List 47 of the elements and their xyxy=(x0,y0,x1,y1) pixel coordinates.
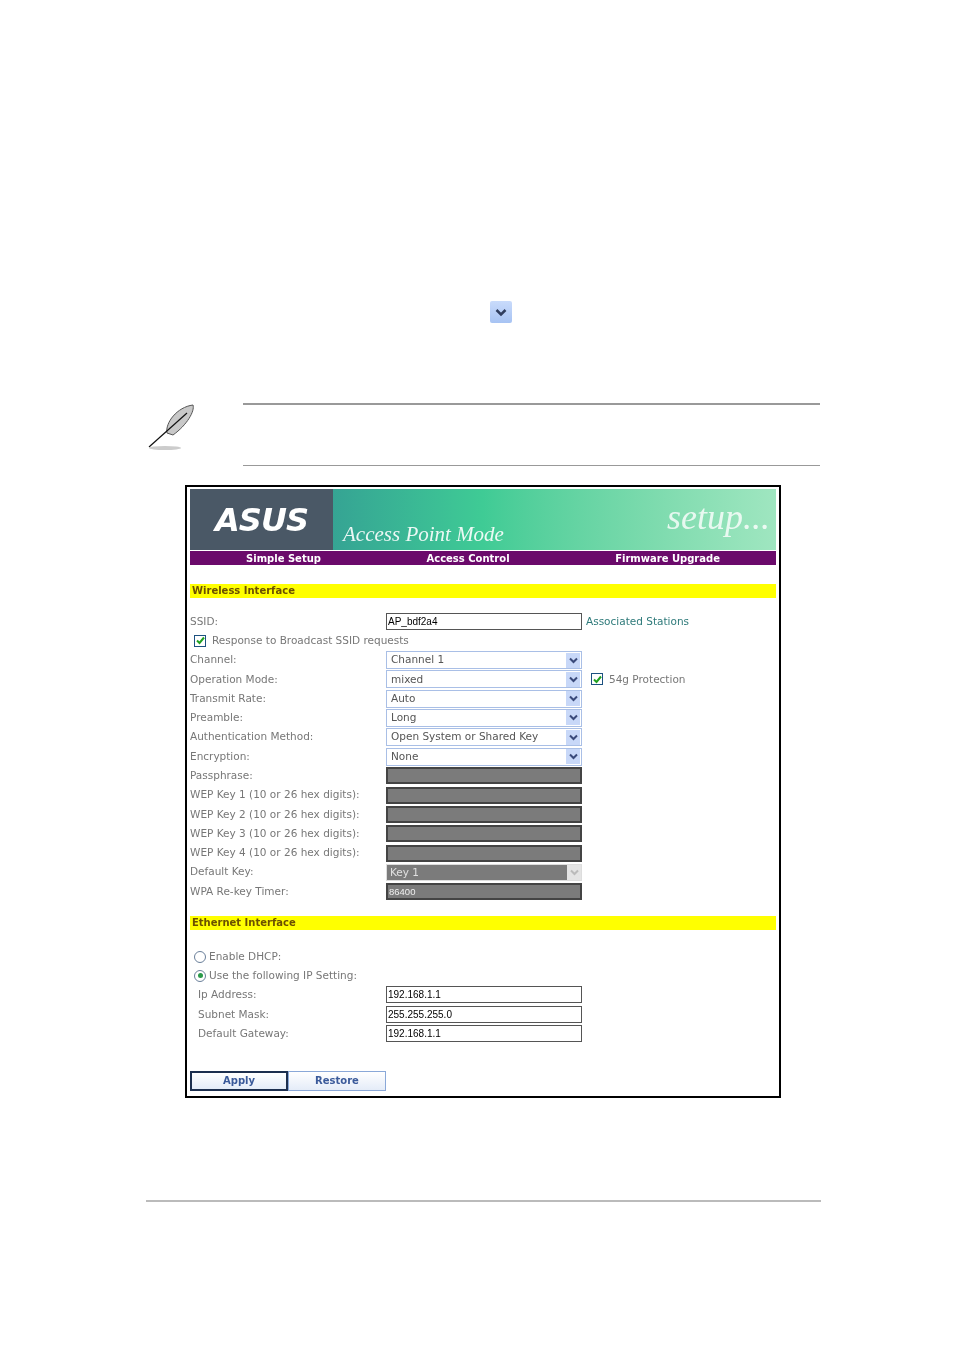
ssid-field[interactable]: AP_bdf2a4 xyxy=(386,613,582,630)
form-button[interactable]: Restore xyxy=(288,1070,386,1091)
field-label: WEP Key 2 (10 or 26 hex digits): xyxy=(190,806,361,822)
ip-input-field[interactable]: 255.255.255.0 xyxy=(386,1005,582,1023)
field-label: Ip Address: xyxy=(197,987,258,1003)
radio-button[interactable] xyxy=(194,950,206,963)
ip-input-field[interactable]: 192.168.1.1 xyxy=(386,1025,582,1043)
ip-input-field[interactable]: 192.168.1.1 xyxy=(386,986,582,1004)
nav-link[interactable]: Access Control xyxy=(426,550,510,566)
banner-title: setup... xyxy=(667,499,770,535)
field-label: SSID: xyxy=(190,613,220,629)
form-button[interactable]: Apply xyxy=(190,1070,288,1091)
radio-button[interactable] xyxy=(194,969,206,982)
section-header: Ethernet Interface xyxy=(190,916,776,931)
dropdown-select[interactable]: Long xyxy=(386,709,582,727)
mode-title: Access Point Mode xyxy=(343,524,504,545)
field-label: Authentication Method: xyxy=(190,729,315,745)
field-label: WEP Key 4 (10 or 26 hex digits): xyxy=(190,845,361,861)
dropdown-select[interactable]: Channel 1 xyxy=(386,651,582,670)
section-header: Wireless Interface xyxy=(190,584,776,598)
field-label: Default Key: xyxy=(190,864,255,880)
nav-link[interactable]: Simple Setup xyxy=(246,550,321,566)
dropdown-select[interactable]: Auto xyxy=(386,689,582,708)
feather-pen-icon xyxy=(147,403,196,451)
field-label: Encryption: xyxy=(190,748,251,764)
dropdown-select[interactable]: Open System or Shared Key xyxy=(386,728,582,747)
field-label: WEP Key 1 (10 or 26 hex digits): xyxy=(190,787,361,803)
field-label: Default Gateway: xyxy=(197,1026,290,1042)
associated-stations-link[interactable]: Associated Stations xyxy=(586,613,690,630)
dropdown-select[interactable]: mixed xyxy=(386,670,582,689)
radio-label: Enable DHCP: xyxy=(209,948,282,964)
dropdown-select[interactable]: None xyxy=(386,747,582,766)
field-label: Passphrase: xyxy=(190,768,254,783)
checkbox-label: 54g Protection xyxy=(609,671,686,687)
field-label: WEP Key 3 (10 or 26 hex digits): xyxy=(190,825,361,841)
logo: ASUS xyxy=(215,503,308,536)
nav-link[interactable]: Firmware Upgrade xyxy=(615,550,720,566)
checkbox[interactable] xyxy=(194,634,206,647)
field-label: Transmit Rate: xyxy=(190,690,267,706)
radio-label: Use the following IP Setting: xyxy=(209,967,357,983)
field-label: Preamble: xyxy=(190,710,244,726)
field-label: Operation Mode: xyxy=(190,671,279,687)
checkbox-label: Response to Broadcast SSID requests xyxy=(212,632,409,648)
field-label: WPA Re-key Timer: xyxy=(190,883,290,899)
field-label: Channel: xyxy=(190,652,238,668)
field-label: Subnet Mask: xyxy=(197,1006,271,1022)
checkbox[interactable] xyxy=(591,673,603,686)
